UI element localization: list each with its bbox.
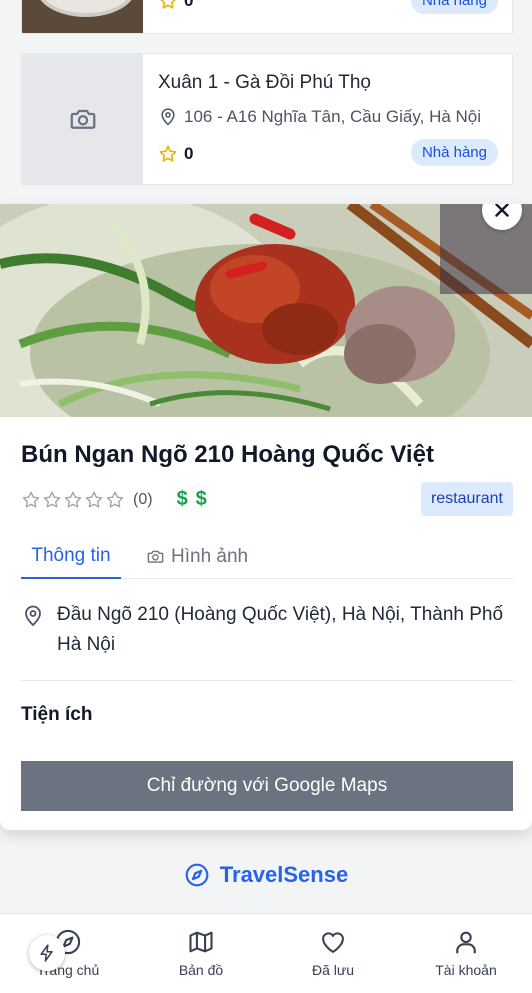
lightning-icon bbox=[40, 944, 53, 962]
map-pin-icon bbox=[25, 605, 41, 627]
price-level: $$ bbox=[176, 488, 215, 510]
listing-thumbnail bbox=[22, 0, 143, 33]
listing-address-text: 106 - A16 Nghĩa Tân, Cầu Giấy, Hà Nội bbox=[184, 107, 482, 126]
compass-icon bbox=[185, 863, 209, 887]
star-outline-icon bbox=[106, 491, 124, 507]
star-outline-icon bbox=[43, 491, 61, 507]
amenities-heading: Tiện ích bbox=[21, 704, 93, 725]
tab-photos[interactable]: Hình ảnh bbox=[146, 534, 248, 579]
listing-rating: 0 bbox=[158, 144, 193, 164]
bottom-navigation: Trang chủ Bản đồ Đã lưu Tài khoản bbox=[0, 913, 532, 993]
tab-info[interactable]: Thông tin bbox=[21, 534, 121, 579]
star-outline-icon bbox=[64, 491, 82, 507]
map-pin-icon bbox=[161, 108, 175, 126]
place-type-badge: restaurant bbox=[420, 482, 513, 516]
detail-tabs: Thông tin Hình ảnh bbox=[21, 534, 513, 579]
nav-item-account[interactable]: Tài khoản bbox=[411, 928, 521, 978]
quick-action-button[interactable] bbox=[29, 935, 65, 971]
listing-card[interactable]: 0 Nhà hàng bbox=[21, 0, 513, 34]
listing-category-badge: Nhà hàng bbox=[410, 0, 498, 14]
listing-rating-value: 0 bbox=[184, 0, 194, 10]
listing-title: Xuân 1 - Gà Đồi Phú Thọ bbox=[158, 72, 371, 93]
review-count: (0) bbox=[133, 490, 153, 508]
place-title: Bún Ngan Ngõ 210 Hoàng Quốc Việt bbox=[21, 441, 434, 468]
divider bbox=[21, 680, 513, 681]
nav-item-saved[interactable]: Đã lưu bbox=[278, 928, 388, 978]
listing-card[interactable]: Xuân 1 - Gà Đồi Phú Thọ 106 - A16 Nghĩa … bbox=[21, 53, 513, 185]
listing-rating: 0 bbox=[158, 0, 193, 11]
google-maps-directions-button[interactable]: Chỉ đường với Google Maps bbox=[21, 761, 513, 811]
close-icon bbox=[495, 204, 509, 217]
place-detail-sheet: Bún Ngan Ngõ 210 Hoàng Quốc Việt (0) $$ … bbox=[0, 204, 532, 830]
camera-icon bbox=[147, 550, 164, 563]
nav-label-saved: Đã lưu bbox=[311, 962, 355, 978]
brand: TravelSense bbox=[0, 862, 532, 888]
tab-photos-label: Hình ảnh bbox=[171, 545, 249, 567]
rating-stars bbox=[21, 490, 125, 510]
place-photo bbox=[0, 204, 532, 417]
listing-rating-value: 0 bbox=[184, 144, 194, 163]
camera-icon bbox=[70, 109, 95, 129]
user-icon bbox=[456, 931, 476, 954]
place-address-text: Đầu Ngõ 210 (Hoàng Quốc Việt), Hà Nội, T… bbox=[57, 604, 504, 655]
nav-label-account: Tài khoản bbox=[435, 962, 497, 978]
nav-label-map: Bản đồ bbox=[178, 962, 224, 978]
star-icon bbox=[159, 145, 177, 162]
star-outline-icon bbox=[85, 491, 103, 507]
listing-address: 106 - A16 Nghĩa Tân, Cầu Giấy, Hà Nội bbox=[158, 107, 481, 127]
star-icon bbox=[160, 0, 176, 9]
tab-info-label: Thông tin bbox=[31, 544, 111, 566]
heart-icon bbox=[322, 932, 344, 953]
brand-name: TravelSense bbox=[219, 862, 349, 887]
app-screen: 0 Nhà hàng Xuân 1 - Gà Đồi Phú Thọ 106 -… bbox=[0, 0, 532, 993]
place-rating-row: (0) $$ bbox=[21, 488, 215, 511]
star-outline-icon bbox=[22, 491, 40, 507]
map-icon bbox=[189, 931, 213, 953]
place-address: Đầu Ngõ 210 (Hoàng Quốc Việt), Hà Nội, T… bbox=[21, 600, 513, 660]
listing-thumbnail-placeholder bbox=[22, 54, 143, 184]
nav-item-map[interactable]: Bản đồ bbox=[146, 928, 256, 978]
listing-category-badge: Nhà hàng bbox=[410, 139, 498, 166]
